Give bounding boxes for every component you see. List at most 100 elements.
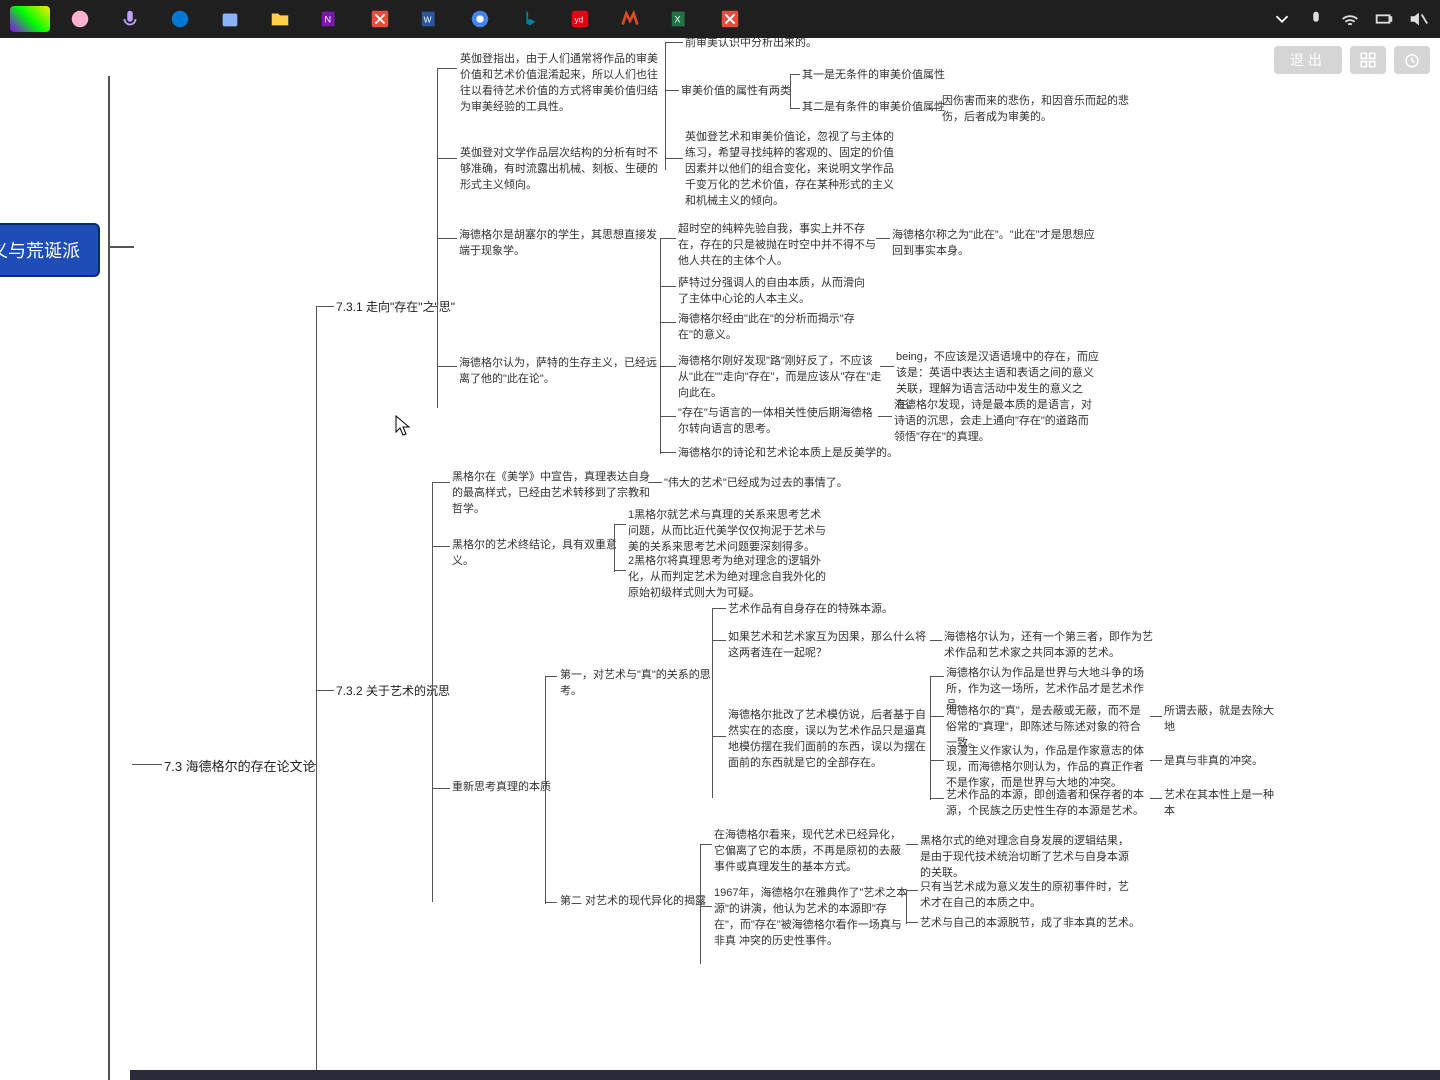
mindmap-node[interactable]: 英伽登指出，由于人们通常将作品的审美价值和艺术价值混淆起来，所以人们也往往以看待… (460, 52, 665, 116)
mindmap-node[interactable]: 英伽登对文学作品层次结构的分析有时不够准确，有时流露出机械、刻板、生硬的形式主义… (460, 146, 660, 194)
connector (316, 306, 317, 1080)
connector (614, 570, 626, 571)
connector (700, 844, 701, 964)
mindmap-node[interactable]: 英伽登艺术和审美价值论，忽视了与主体的练习，希望寻找纯粹的客观的、固定的价值因素… (685, 130, 895, 210)
connector (1150, 798, 1162, 799)
explorer-icon[interactable] (255, 0, 305, 38)
bottom-bar (130, 1070, 1440, 1080)
grid-icon[interactable] (1350, 46, 1386, 74)
mindmap-node[interactable]: 浪漫主义作家认为，作品是作家意志的体现，而海德格尔则认为，作品的真正作者不是作家… (946, 744, 1151, 792)
wifi-icon[interactable] (1333, 0, 1367, 38)
connector (700, 844, 712, 845)
node-7-3[interactable]: 7.3 海德格尔的存在论文论 (164, 756, 316, 775)
mindmap-node[interactable]: 因伤害而来的悲伤，和因音乐而起的悲伤，后者成为审美的。 (942, 94, 1147, 126)
mindmap-node[interactable]: 1967年，海德格尔在雅典作了"艺术之本源"的讲演，他认为艺术的本源即"存在"，… (714, 886, 909, 950)
youdao-icon[interactable]: yd (555, 0, 605, 38)
connector (930, 760, 944, 761)
mindmap-node[interactable]: 艺术在其本性上是一种本 (1164, 788, 1279, 820)
root-connector-v (108, 76, 110, 1080)
svg-text:yd: yd (575, 16, 584, 25)
mindmap-node[interactable]: 海德格尔发现，诗是最本质的是语言，对诗语的沉思，会走上通向"存在"的道路而领悟"… (894, 398, 1099, 446)
mindmap-node[interactable]: 如果艺术和艺术家互为因果，那么什么将这两者连在一起呢？ (728, 630, 928, 662)
mindmap-node[interactable]: 第一，对艺术与"真"的关系的思考。 (560, 668, 715, 700)
mindmap-node[interactable]: 海德格尔认为，萨特的生存主义，已经远离了他的"此在论"。 (459, 356, 659, 388)
xmind2-icon[interactable] (705, 0, 755, 38)
mindmap-node[interactable]: 2黑格尔将真理思考为绝对理念的逻辑外化，从而判定艺术为绝对理念自我外化的原始初级… (628, 554, 828, 602)
connector (132, 764, 162, 765)
connector (437, 366, 457, 367)
mindmap-node[interactable]: 只有当艺术成为意义发生的原初事件时，艺术才在自己的本质之中。 (920, 880, 1130, 912)
connector (790, 74, 791, 108)
mindmap-node[interactable]: 艺术作品的本源，即创造者和保存者的本源，个民族之历史性生存的本源是艺术。 (946, 788, 1151, 820)
excel-icon[interactable]: X (655, 0, 705, 38)
mindmap-node[interactable]: 第二 对艺术的现代异化的揭露 (560, 894, 706, 910)
xmind1-icon[interactable] (355, 0, 405, 38)
root-node[interactable]: 义与荒诞派 (0, 223, 100, 277)
mindmap-node[interactable]: 海德格尔称之为"此在"。"此在"才是思想应回到事实本身。 (892, 228, 1102, 260)
connector (660, 238, 676, 239)
word-icon[interactable]: W (405, 0, 455, 38)
mindmap-canvas[interactable]: 退出 义与荒诞派 7.3 海德格尔的存在论文论 7.3.1 走向"存在"之"思"… (0, 38, 1440, 1080)
connector (660, 286, 676, 287)
connector (437, 68, 457, 69)
mindmap-node[interactable]: 其二是有条件的审美价值属性 (802, 100, 945, 116)
edge-icon[interactable] (155, 0, 205, 38)
mindmap-node[interactable]: 1黑格尔就艺术与真理的关系来思考艺术问题，从而比近代美学仅仅拘泥于艺术与美的关系… (628, 508, 828, 556)
wps-icon[interactable] (605, 0, 655, 38)
mindmap-node[interactable]: 审美价值的属性有两类 (681, 84, 791, 100)
exit-button[interactable]: 退出 (1274, 46, 1342, 74)
connector (437, 238, 457, 239)
mindmap-node[interactable]: 在海德格尔看来，现代艺术已经异化，它偏离了它的本质，不再是原初的去蔽事件或真理发… (714, 828, 909, 876)
connector (906, 844, 918, 845)
mindmap-node[interactable]: 前审美认识中分析出来的。 (685, 38, 817, 52)
connector (432, 546, 450, 547)
chrome-icon[interactable] (455, 0, 505, 38)
mindmap-node[interactable]: 海德格尔经由"此在"的分析而揭示"存在"的意义。 (678, 312, 873, 344)
mindmap-node[interactable]: 艺术作品有自身存在的特殊本源。 (728, 602, 893, 618)
connector (427, 690, 434, 691)
mindmap-node[interactable]: 萨特过分强调人的自由本质，从而滑向了主体中心论的人本主义。 (678, 276, 873, 308)
onenote-icon[interactable]: N (305, 0, 355, 38)
connector (648, 482, 662, 483)
mindmap-node[interactable]: 超时空的纯粹先验自我，事实上并不存在，存在的只是被抛在时空中并不得不与他人共在的… (678, 222, 878, 270)
connector (876, 238, 890, 239)
connector (305, 764, 317, 765)
bing-icon[interactable] (505, 0, 555, 38)
connector (614, 524, 626, 525)
chevron-down-icon[interactable] (1265, 0, 1299, 38)
connector (430, 306, 438, 307)
mindmap-node[interactable]: 海德格尔认为，还有一个第三者，即作为艺术作品和艺术家之共同本源的艺术。 (944, 630, 1154, 662)
connector (880, 366, 894, 367)
connector (660, 238, 661, 454)
start-icon[interactable] (5, 0, 55, 38)
mindmap-node[interactable]: 所谓去蔽，就是去除大地 (1164, 704, 1279, 736)
mic-icon[interactable] (105, 0, 155, 38)
mindmap-node[interactable]: 海德格尔是胡塞尔的学生，其思想直接发端于现象学。 (459, 228, 659, 260)
connector (660, 452, 676, 453)
mindmap-node[interactable]: 艺术与自己的本源脱节，成了非本真的艺术。 (920, 916, 1140, 932)
connector (906, 890, 918, 891)
mic-tray-icon[interactable] (1299, 0, 1333, 38)
store-icon[interactable] (205, 0, 255, 38)
timer-icon[interactable] (1394, 46, 1430, 74)
mindmap-node[interactable]: 黑格尔的艺术终结论，具有双重意义。 (452, 538, 632, 570)
mindmap-node[interactable]: 海德格尔批改了艺术模仿说，后者基于自然实在的态度，误以为艺术作品只是逼真地模仿摆… (728, 708, 928, 772)
connector (906, 890, 907, 924)
mindmap-node[interactable]: 海德格尔刚好发现"路"刚好反了，不应该从"此在""走向"存在"，而是应该从"存在… (678, 354, 883, 402)
connector (930, 676, 944, 677)
mindmap-node[interactable]: 黑格尔式的绝对理念自身发展的逻辑结果，是由于现代技术统治切断了艺术与自身本源的关… (920, 834, 1130, 882)
mindmap-node[interactable]: "伟大的艺术"已经成为过去的事情了。 (664, 476, 848, 492)
connector (660, 366, 676, 367)
mindmap-node[interactable]: 黑格尔在《美学》中宣告，真理表达自身的最高样式，已经由艺术转移到了宗教和哲学。 (452, 470, 652, 518)
volume-icon[interactable] (1401, 0, 1435, 38)
presentation-controls: 退出 (1274, 46, 1430, 74)
mindmap-node[interactable]: 是真与非真的冲突。 (1164, 754, 1263, 770)
mindmap-node[interactable]: 其一是无条件的审美价值属性 (802, 68, 945, 84)
mindmap-node[interactable]: 海德格尔的诗论和艺术论本质上是反美学的。 (678, 446, 898, 462)
battery-icon[interactable] (1367, 0, 1401, 38)
mindmap-node[interactable]: "存在"与语言的一体相关性使后期海德格尔转向语言的思考。 (678, 406, 878, 438)
connector (906, 922, 918, 923)
connector (614, 524, 615, 572)
mindmap-node[interactable]: 重新思考真理的本质 (452, 780, 551, 796)
paint-icon[interactable] (55, 0, 105, 38)
